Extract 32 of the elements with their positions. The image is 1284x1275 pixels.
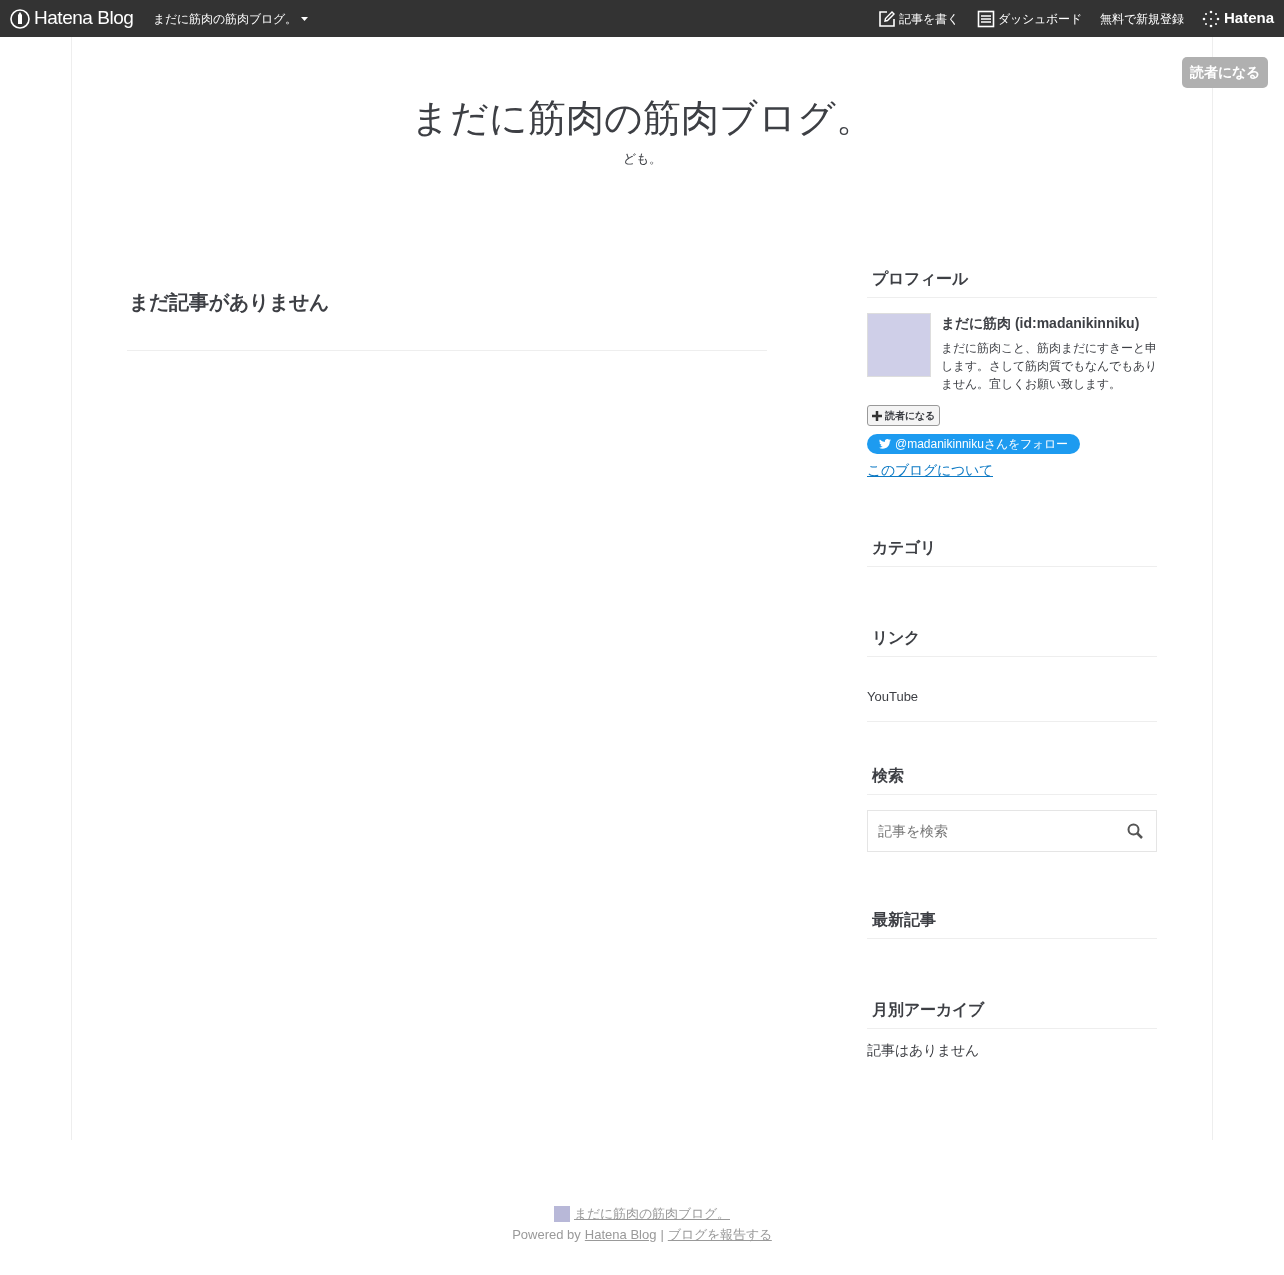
profile-name[interactable]: まだに筋肉 (id:madanikinniku) [941, 313, 1157, 334]
document-icon [976, 9, 995, 28]
dashboard-link[interactable]: ダッシュボード [976, 9, 1082, 28]
logo-link[interactable]: Hatena Blog [10, 4, 134, 33]
dots-icon [1201, 9, 1220, 28]
bird-icon [879, 439, 891, 449]
blog-title[interactable]: まだに筋肉の筋肉ブログ。 [410, 95, 874, 143]
about-link[interactable]: このブログについて [867, 460, 993, 481]
hatena-link[interactable]: Hatena [1201, 7, 1274, 30]
module-title: カテゴリ [867, 536, 1157, 567]
module-title: リンク [867, 626, 1157, 657]
pen-nib-icon [10, 8, 30, 29]
powered-by-text: Powered by [512, 1225, 581, 1244]
subscribe-button[interactable]: 読者になる [867, 405, 940, 426]
empty-message: まだ記事がありません [127, 287, 767, 351]
blog-description: ども。 [622, 149, 662, 168]
archive-text: 記事はありません [867, 1041, 980, 1060]
module-title: 月別アーカイブ [867, 998, 1157, 1029]
search-field[interactable]: 記事を検索 [867, 810, 1157, 852]
plus-icon [872, 410, 882, 421]
sidebar-link[interactable]: YouTube [867, 689, 919, 704]
search-icon[interactable] [1127, 823, 1143, 839]
write-link[interactable]: 記事を書く [877, 9, 959, 28]
signup-link[interactable]: 無料で新規登録 [1099, 9, 1184, 28]
blog-menu[interactable]: まだに筋肉の筋肉ブログ。 [153, 9, 309, 28]
profile-bio: まだに筋肉こと、筋肉まだにすきーと申します。さして筋肉質でもなんでもありません。宜しくお願い致します。 [941, 340, 1157, 393]
edit-icon [877, 9, 896, 28]
module-title: 最新記事 [867, 908, 1157, 939]
caret-icon [301, 16, 309, 21]
separator-text: | [660, 1225, 664, 1244]
module-title: プロフィール [867, 267, 1157, 298]
module-title: 検索 [867, 764, 1157, 795]
